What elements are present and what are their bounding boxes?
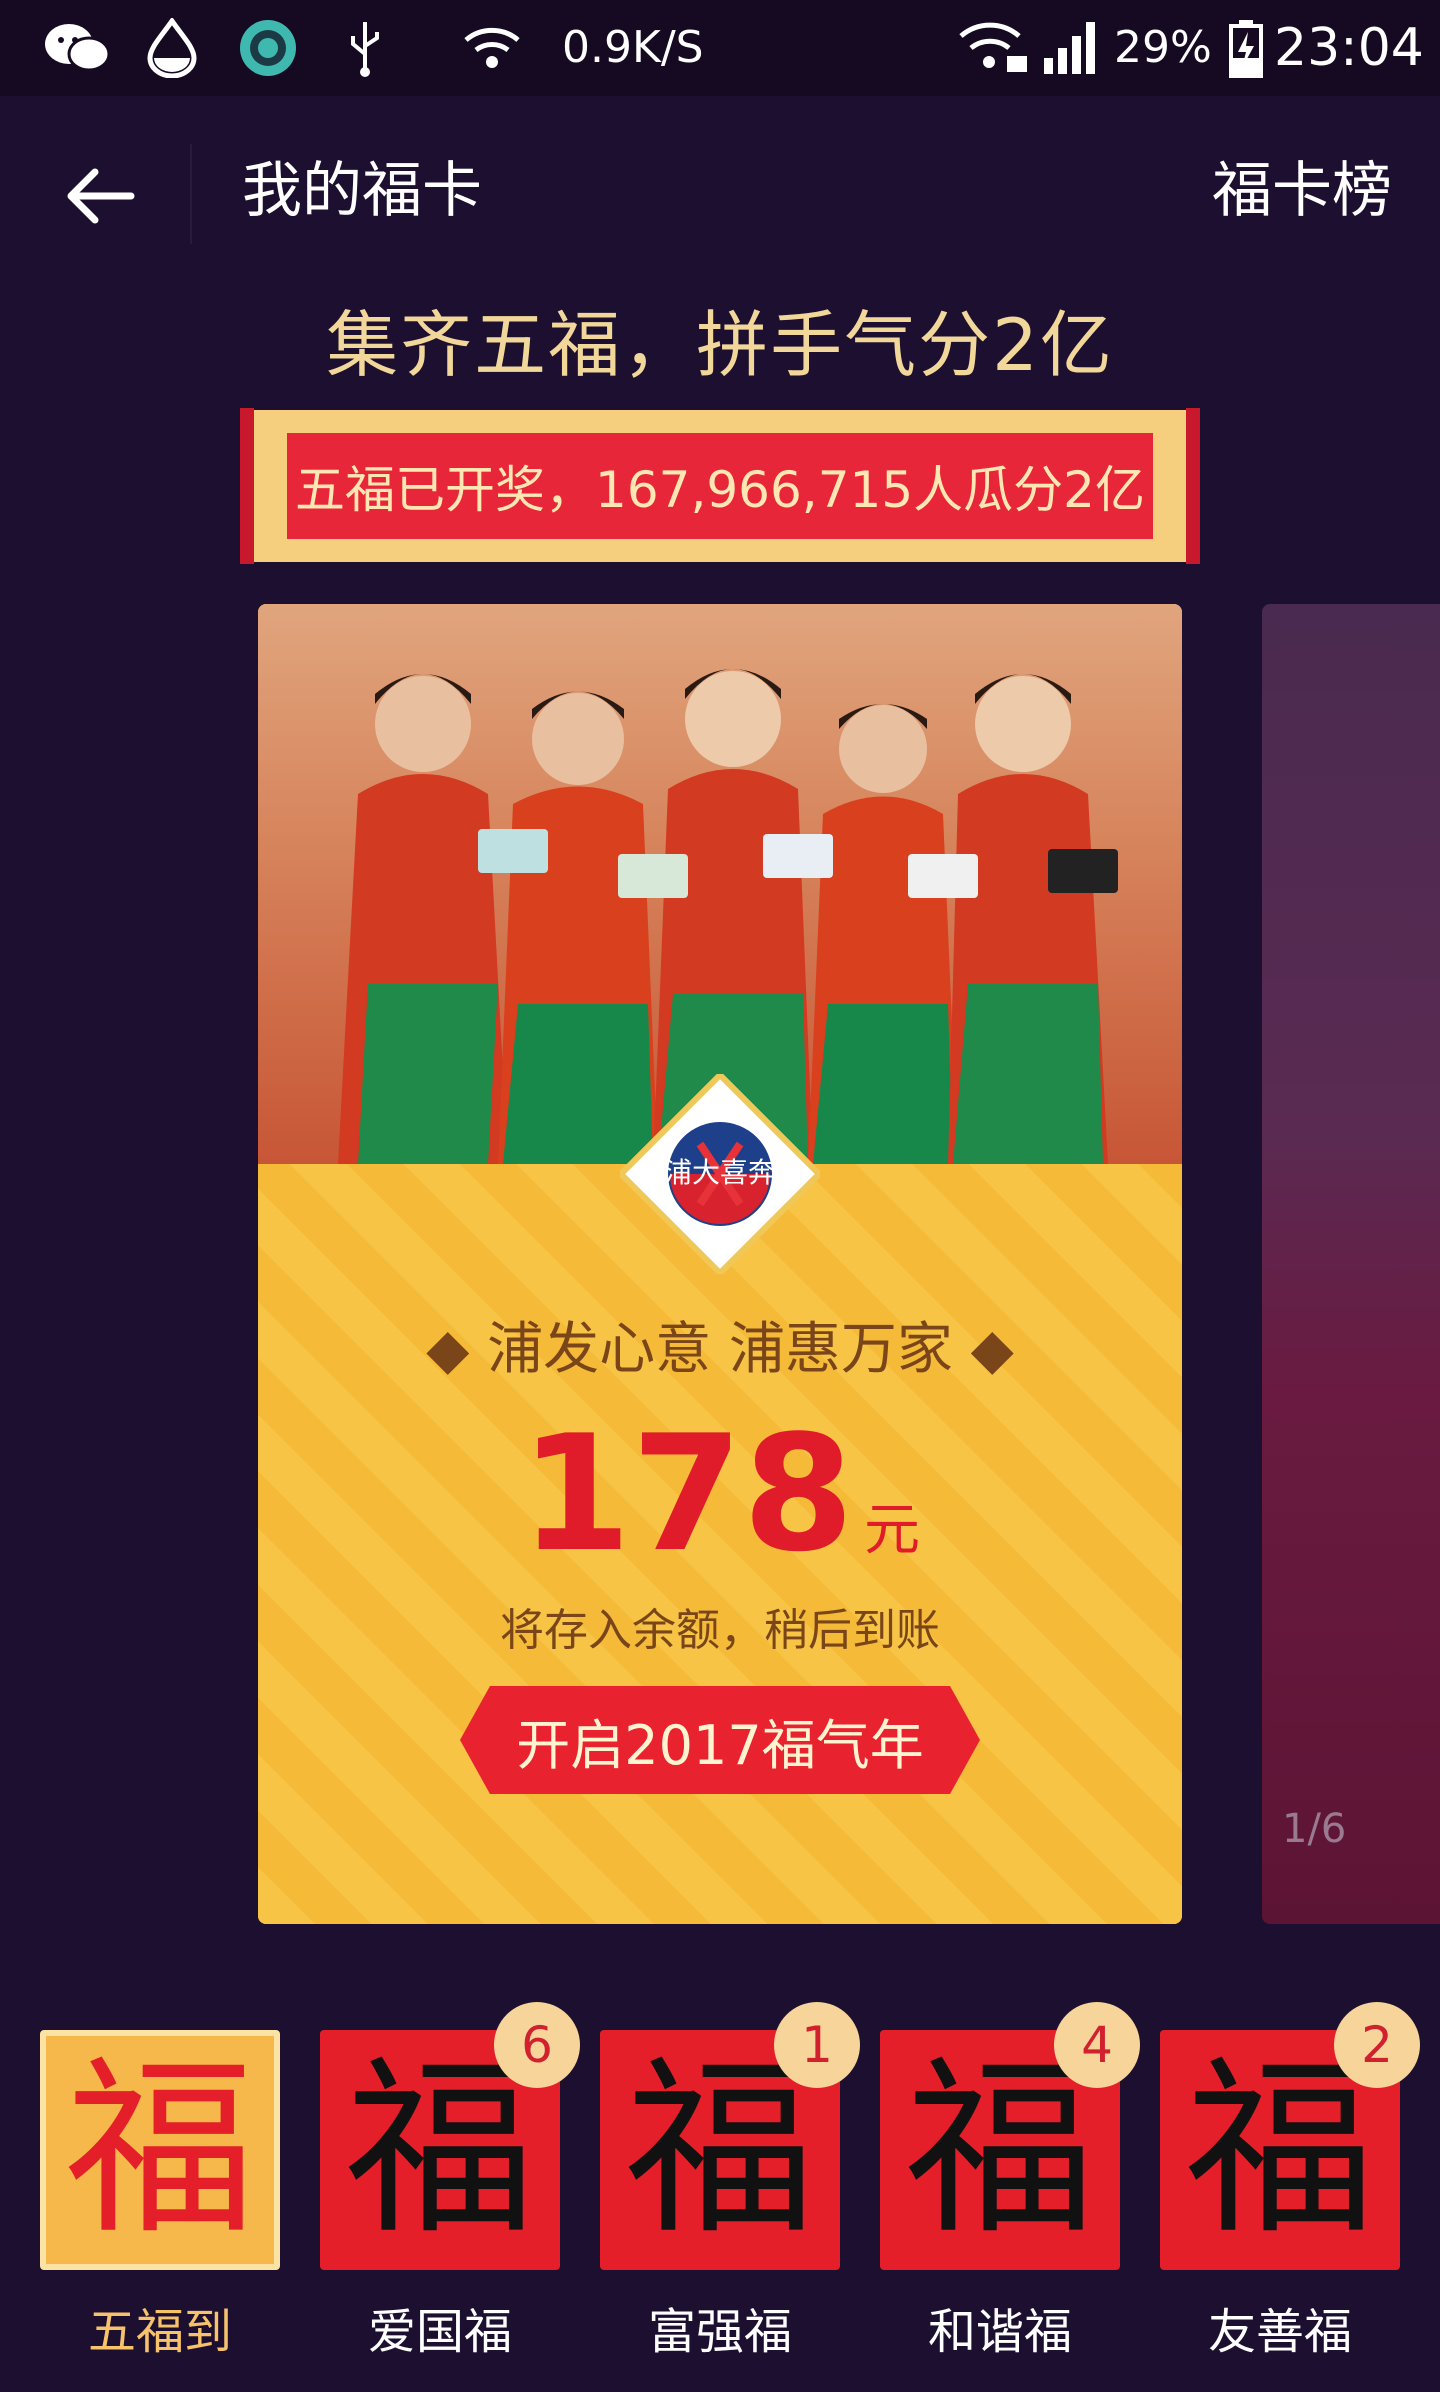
battery-percent: 29% bbox=[1114, 22, 1212, 73]
signal-icon bbox=[1040, 18, 1100, 78]
status-bar: 0.9K/S 29% 23:04 bbox=[0, 0, 1440, 96]
arrow-left-icon bbox=[67, 168, 135, 224]
sponsor-slogan: ◆ 浦发心意 浦惠万家 ◆ bbox=[426, 1317, 1014, 1382]
fu-card-fuqiangfu[interactable]: 福 1 富强福 bbox=[600, 2002, 860, 2370]
back-button[interactable] bbox=[50, 146, 150, 246]
fu-card-youshanfu[interactable]: 福 2 友善福 bbox=[1160, 2002, 1420, 2370]
camera-app-icon bbox=[236, 18, 300, 78]
announcement-box: 五福已开奖，167,966,715人瓜分2亿 bbox=[287, 433, 1153, 539]
prize-amount: 178 元 bbox=[258, 1404, 1182, 1584]
cta-label: 开启2017福气年 bbox=[516, 1713, 924, 1777]
nav-bar: 我的福卡 福卡榜 bbox=[0, 96, 1440, 286]
card-pager: 1/6 bbox=[1282, 1806, 1347, 1852]
fu-glyph: 福 bbox=[624, 2039, 815, 2260]
count-badge: 6 bbox=[494, 2002, 580, 2088]
next-card-peek[interactable]: 1/6 bbox=[1262, 604, 1440, 1924]
wifi-lock-icon bbox=[958, 18, 1030, 78]
amount-value: 178 bbox=[520, 1400, 854, 1587]
banner-cap-right bbox=[1186, 408, 1200, 564]
fu-card-label: 和谐福 bbox=[927, 2304, 1072, 2360]
fu-card-tile: 福 bbox=[40, 2030, 280, 2270]
water-drop-icon bbox=[142, 18, 202, 78]
fu-glyph: 福 bbox=[64, 2039, 255, 2260]
fu-card-label: 五福到 bbox=[87, 2304, 232, 2360]
banner-cap-left bbox=[240, 408, 254, 564]
ranking-link[interactable]: 福卡榜 bbox=[1212, 151, 1392, 231]
fu-card-hexiefu[interactable]: 福 4 和谐福 bbox=[880, 2002, 1140, 2370]
fu-card-wufudao[interactable]: 福 五福到 bbox=[40, 2030, 280, 2370]
count-badge: 1 bbox=[774, 2002, 860, 2088]
fu-glyph: 福 bbox=[344, 2039, 535, 2260]
fu-card-aiguofu[interactable]: 福 6 爱国福 bbox=[320, 2002, 580, 2370]
wechat-icon bbox=[40, 18, 116, 78]
fu-card-label: 友善福 bbox=[1207, 2304, 1352, 2360]
fu-glyph: 福 bbox=[1184, 2039, 1375, 2260]
sponsor-badge-icon: 浦大喜奔 bbox=[620, 1074, 820, 1274]
page-title: 我的福卡 bbox=[242, 156, 482, 226]
announcement-text: 五福已开奖，167,966,715人瓜分2亿 bbox=[295, 461, 1145, 519]
prize-card[interactable]: 浦大喜奔 ◆ 浦发心意 浦惠万家 ◆ 178 元 将存入余额，稍后到账 开启201… bbox=[258, 604, 1182, 1924]
headline: 集齐五福，拼手气分2亿 bbox=[326, 303, 1114, 387]
nav-divider bbox=[190, 144, 192, 244]
fu-glyph: 福 bbox=[904, 2039, 1095, 2260]
fu-card-label: 富强福 bbox=[647, 2304, 792, 2360]
cta-button[interactable]: 开启2017福气年 bbox=[460, 1686, 980, 1794]
clock: 23:04 bbox=[1274, 18, 1424, 78]
wifi-icon bbox=[462, 18, 522, 78]
usb-icon bbox=[340, 18, 390, 78]
count-badge: 2 bbox=[1334, 2002, 1420, 2088]
network-speed: 0.9K/S bbox=[562, 22, 704, 73]
sponsor-badge-text: 浦大喜奔 bbox=[664, 1156, 776, 1189]
count-badge: 4 bbox=[1054, 2002, 1140, 2088]
fu-card-bar: 福 五福到 福 6 爱国福 福 1 富强福 福 4 和谐福 福 2 友善福 bbox=[0, 1990, 1440, 2392]
slogan-text: 浦发心意 浦惠万家 bbox=[487, 1317, 953, 1382]
battery-charging-icon bbox=[1224, 18, 1268, 78]
amount-unit: 元 bbox=[863, 1498, 920, 1563]
fu-card-label: 爱国福 bbox=[367, 2304, 512, 2360]
deposit-note: 将存入余额，稍后到账 bbox=[500, 1605, 940, 1656]
